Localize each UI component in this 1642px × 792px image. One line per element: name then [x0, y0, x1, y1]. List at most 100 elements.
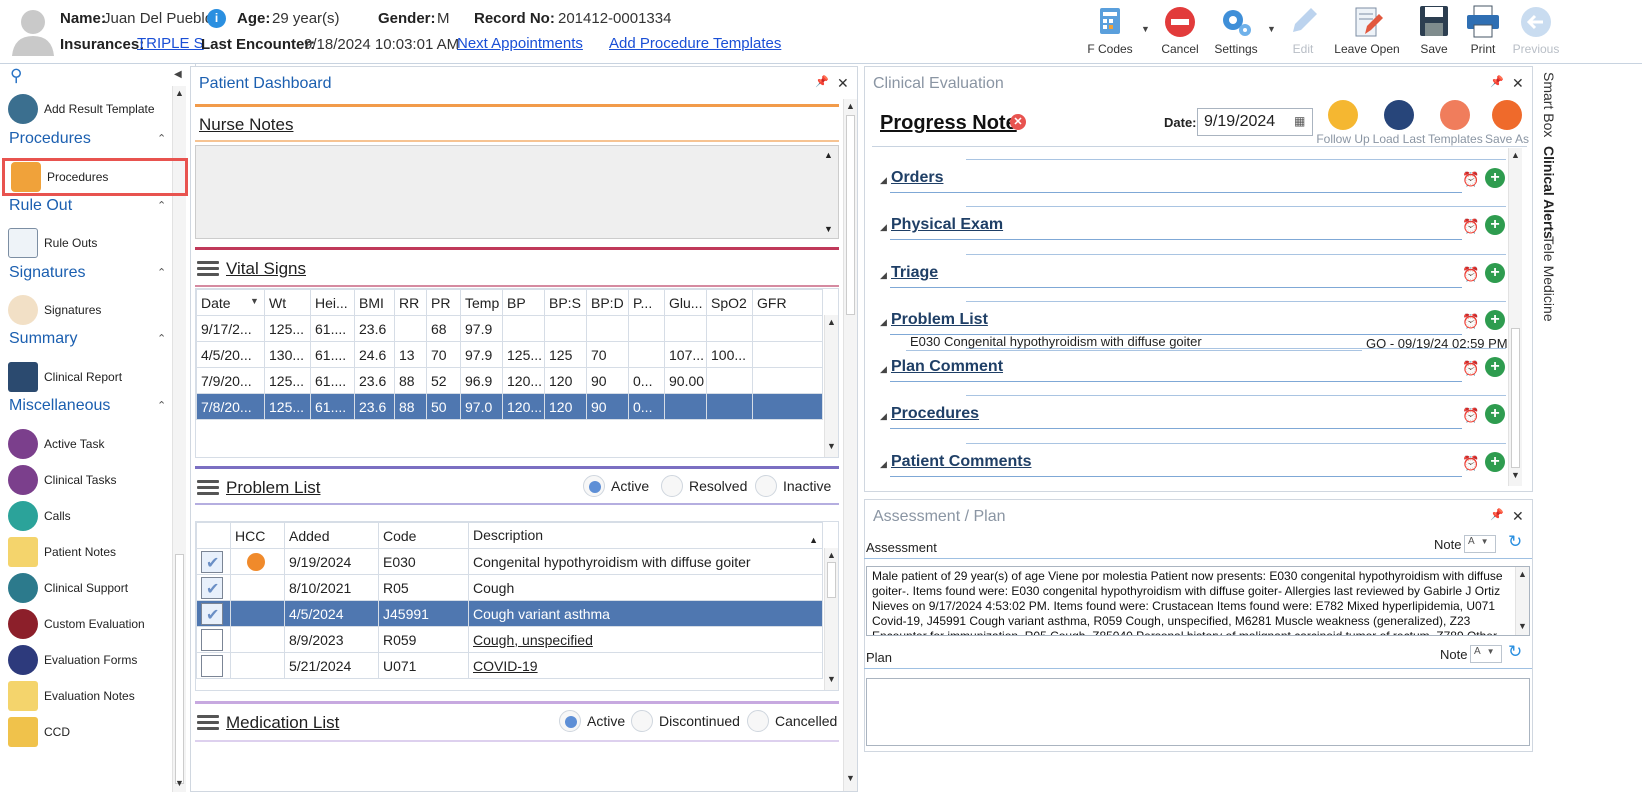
close-icon[interactable]: ✕: [837, 75, 849, 92]
clinical-tasks-item[interactable]: Clinical Tasks: [8, 463, 188, 497]
clinical-alerts-tab[interactable]: Clinical Alerts: [1541, 146, 1557, 239]
chevron-up-icon[interactable]: ⌃: [157, 399, 166, 412]
medication-list-menu-icon[interactable]: [197, 715, 219, 731]
column-header[interactable]: Hei...: [310, 289, 355, 316]
scroll-up-icon[interactable]: ▲: [827, 550, 836, 560]
follow-up-button[interactable]: Follow Up: [1316, 100, 1370, 146]
column-header[interactable]: Wt: [264, 289, 311, 316]
collapse-triangle-icon[interactable]: ◢: [880, 270, 887, 281]
scroll-up-icon[interactable]: ▲: [1511, 150, 1520, 160]
print-button[interactable]: Print: [1461, 4, 1505, 62]
vital-signs-menu-icon[interactable]: [197, 261, 219, 277]
close-icon[interactable]: ✕: [1512, 75, 1524, 92]
section-label[interactable]: Problem List: [891, 311, 988, 329]
section-label[interactable]: Orders: [891, 169, 943, 187]
add-result-template-item[interactable]: Add Result Template: [8, 92, 188, 126]
scroll-up-icon[interactable]: ▲: [1518, 569, 1527, 579]
progress-note-section[interactable]: ◢ Physical Exam ⏰ +: [880, 212, 1505, 242]
scroll-thumb[interactable]: [1511, 328, 1520, 468]
alarm-clock-icon[interactable]: ⏰: [1462, 218, 1479, 235]
section-label[interactable]: Patient Comments: [891, 453, 1031, 471]
settings-dropdown-icon[interactable]: ▼: [1267, 24, 1276, 34]
column-header[interactable]: Added: [284, 522, 379, 549]
plan-format-dropdown[interactable]: A ▼: [1470, 645, 1502, 663]
table-row[interactable]: 7/8/20... 125... 61.... 23.6 88 50 97.0 120... 1…: [196, 393, 823, 420]
custom-evaluation-item[interactable]: Custom Evaluation: [8, 607, 188, 641]
collapse-triangle-icon[interactable]: ◢: [880, 317, 887, 328]
sort-up-icon[interactable]: ▲: [809, 535, 818, 545]
section-rule-out[interactable]: Rule Out ⌃: [9, 197, 166, 215]
add-icon[interactable]: +: [1485, 263, 1505, 283]
column-header[interactable]: Description ▲: [468, 522, 823, 549]
search-icon[interactable]: ⚲: [10, 66, 22, 86]
progress-note-section[interactable]: ◢ Patient Comments ⏰ +: [880, 449, 1505, 479]
fcodes-button[interactable]: F Codes: [1084, 4, 1136, 62]
column-header[interactable]: Temp: [460, 289, 503, 316]
section-miscellaneous[interactable]: Miscellaneous ⌃: [9, 397, 166, 415]
progress-note-section[interactable]: ◢ Plan Comment ⏰ +: [880, 354, 1505, 384]
patient-notes-item[interactable]: Patient Notes: [8, 535, 188, 569]
row-checkbox[interactable]: [201, 576, 223, 599]
row-checkbox[interactable]: [201, 602, 223, 625]
column-header[interactable]: BP:D: [586, 289, 629, 316]
section-summary[interactable]: Summary ⌃: [9, 330, 166, 348]
alarm-clock-icon[interactable]: ⏰: [1462, 455, 1479, 472]
add-icon[interactable]: +: [1485, 310, 1505, 330]
pin-icon[interactable]: 📌: [1490, 508, 1504, 521]
calls-item[interactable]: Calls: [8, 499, 188, 533]
add-icon[interactable]: +: [1485, 215, 1505, 235]
load-last-button[interactable]: Load Last: [1372, 100, 1426, 146]
alarm-clock-icon[interactable]: ⏰: [1462, 171, 1479, 188]
scroll-up-icon[interactable]: ▲: [846, 101, 855, 111]
problem-list-scrollbar[interactable]: ▲ ▼: [824, 548, 838, 690]
progress-note-section[interactable]: ◢ Triage ⏰ +: [880, 260, 1505, 290]
progress-note-scrollbar[interactable]: ▲ ▼: [1508, 148, 1522, 486]
scroll-down-icon[interactable]: ▼: [824, 224, 833, 234]
table-row[interactable]: 8/10/2021R05Cough: [196, 574, 823, 601]
progress-note-section[interactable]: ◢ Problem List ⏰ +: [880, 307, 1505, 337]
med-filter-active-radio[interactable]: Active: [559, 710, 625, 732]
previous-button[interactable]: Previous: [1510, 4, 1562, 62]
add-icon[interactable]: +: [1485, 168, 1505, 188]
active-task-item[interactable]: Active Task: [8, 427, 188, 461]
dashboard-scrollbar[interactable]: ▲ ▼: [843, 99, 857, 791]
filter-resolved-radio[interactable]: Resolved: [661, 475, 747, 497]
scroll-up-icon[interactable]: ▲: [827, 317, 836, 327]
progress-note-section[interactable]: ◢ Procedures ⏰ +: [880, 401, 1505, 431]
plan-textarea[interactable]: [866, 678, 1530, 746]
collapse-triangle-icon[interactable]: ◢: [880, 459, 887, 470]
leave-open-button[interactable]: Leave Open: [1334, 4, 1400, 62]
row-checkbox[interactable]: [201, 654, 223, 677]
problem-list-menu-icon[interactable]: [197, 480, 219, 496]
pin-icon[interactable]: 📌: [815, 75, 829, 88]
evaluation-forms-item[interactable]: Evaluation Forms: [8, 643, 188, 677]
table-row[interactable]: 4/5/2024J45991Cough variant asthma: [196, 600, 823, 627]
scroll-up-icon[interactable]: ▲: [824, 150, 833, 160]
cancel-button[interactable]: Cancel: [1157, 4, 1203, 62]
clinical-support-item[interactable]: Clinical Support: [8, 571, 188, 605]
vital-signs-scrollbar[interactable]: ▲ ▼: [824, 315, 838, 457]
add-icon[interactable]: +: [1485, 357, 1505, 377]
section-label[interactable]: Triage: [891, 264, 938, 282]
info-icon[interactable]: i: [207, 9, 226, 28]
row-checkbox[interactable]: [201, 550, 223, 573]
chevron-up-icon[interactable]: ⌃: [157, 199, 166, 212]
ccd-item[interactable]: CCD: [8, 715, 188, 749]
close-icon[interactable]: ✕: [1512, 508, 1524, 525]
column-header[interactable]: PR: [426, 289, 461, 316]
pin-icon[interactable]: 📌: [1490, 75, 1504, 88]
alarm-clock-icon[interactable]: ⏰: [1462, 313, 1479, 330]
scroll-down-icon[interactable]: ▼: [846, 773, 855, 783]
edit-button[interactable]: Edit: [1281, 4, 1325, 62]
add-icon[interactable]: +: [1485, 452, 1505, 472]
table-row[interactable]: 7/9/20... 125... 61.... 23.6 88 52 96.9 120... 1…: [196, 367, 823, 394]
nurse-notes-textarea[interactable]: ▲ ▼: [195, 145, 839, 239]
scroll-down-icon[interactable]: ▼: [175, 778, 184, 788]
filter-inactive-radio[interactable]: Inactive: [755, 475, 831, 497]
alarm-clock-icon[interactable]: ⏰: [1462, 266, 1479, 283]
table-row[interactable]: 9/19/2024E030Congenital hypothyroidism w…: [196, 548, 823, 575]
alarm-clock-icon[interactable]: ⏰: [1462, 407, 1479, 424]
collapse-triangle-icon[interactable]: ◢: [880, 364, 887, 375]
templates-button[interactable]: Templates: [1428, 100, 1483, 146]
column-header[interactable]: BP:S: [544, 289, 587, 316]
